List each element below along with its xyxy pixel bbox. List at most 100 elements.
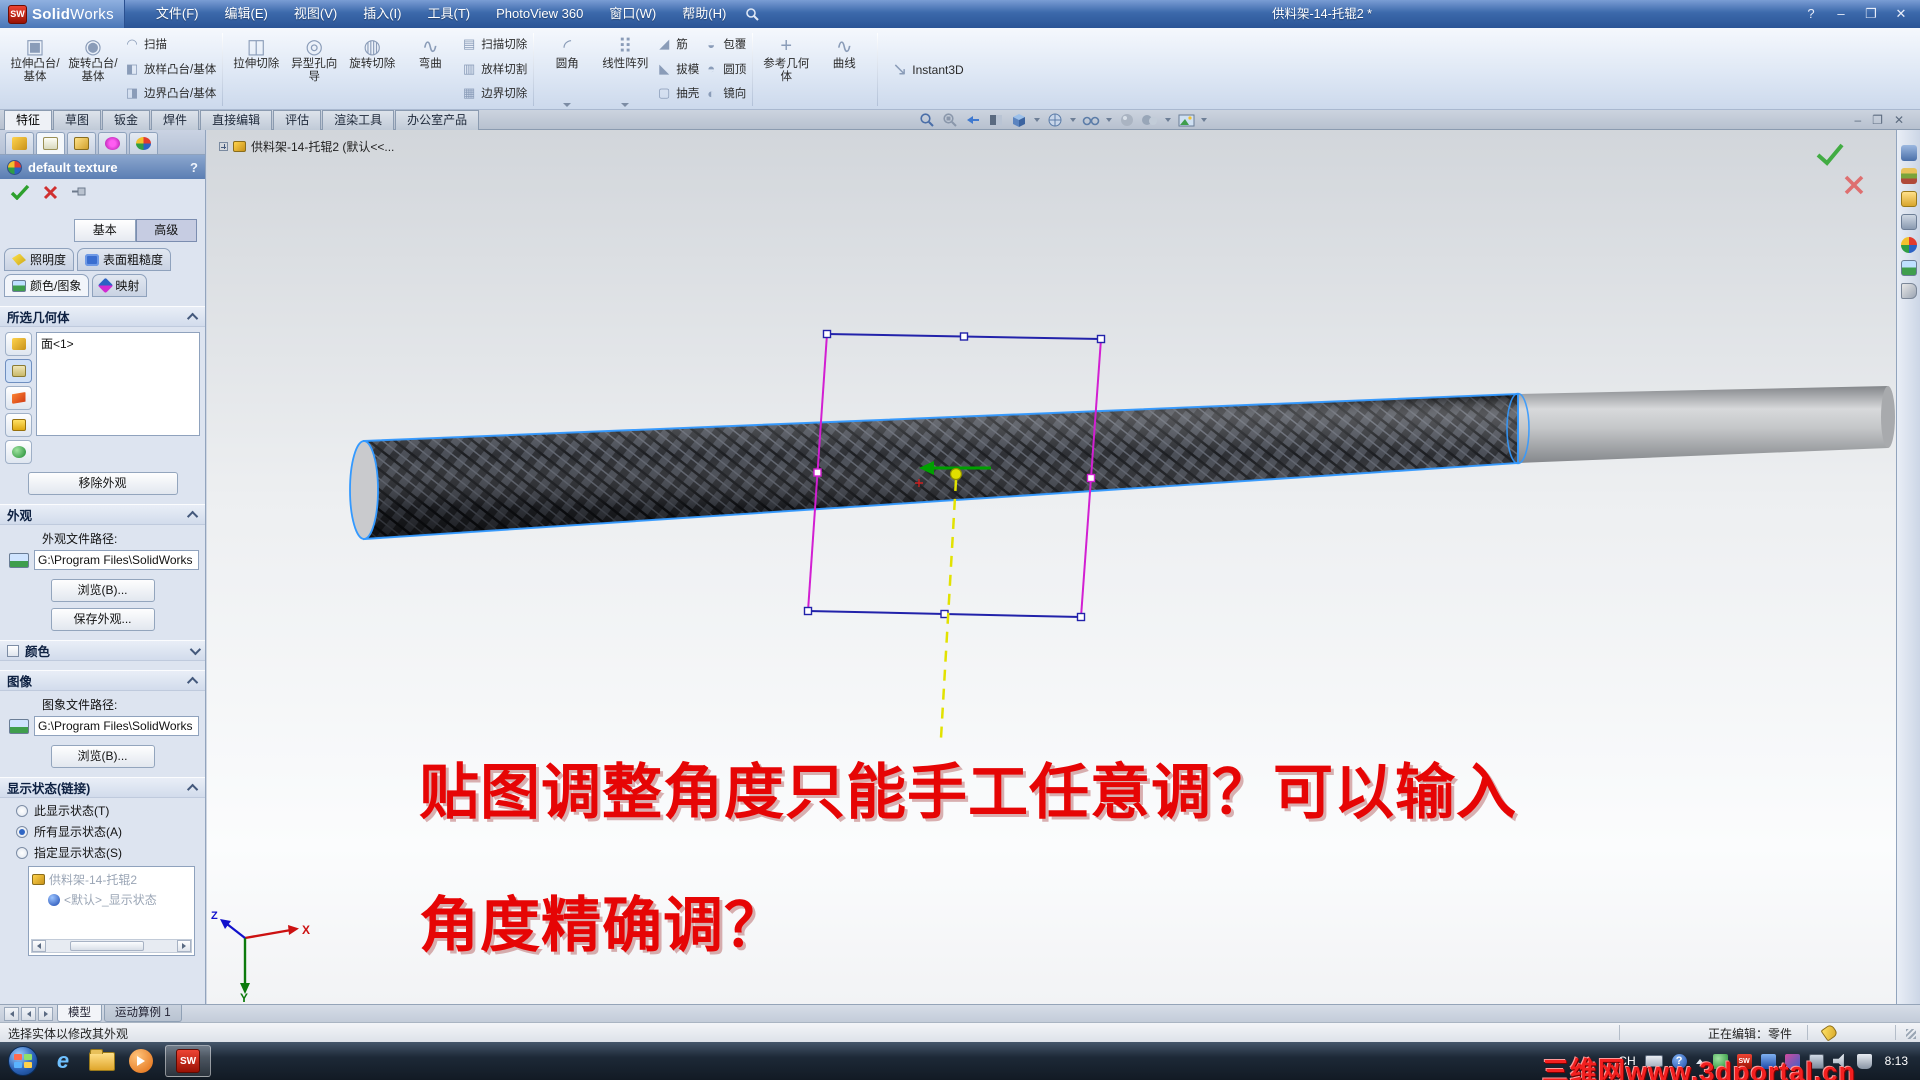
feature-tree-flyout[interactable]: 供料架-14-托辊2 (默认<<...	[219, 138, 394, 155]
resize-grip[interactable]	[1906, 1029, 1916, 1039]
apply-scene-icon[interactable]	[1141, 111, 1159, 129]
pin-icon[interactable]	[71, 185, 89, 202]
mapping-axis-line[interactable]	[941, 480, 956, 738]
close-button[interactable]: ✕	[1894, 0, 1908, 28]
hide-show-items-icon[interactable]	[1082, 111, 1100, 129]
solidworks-resources-icon[interactable]	[1901, 145, 1917, 161]
flyout-part-name[interactable]: 供料架-14-托辊2 (默认<<...	[251, 138, 394, 155]
menu-insert[interactable]: 插入(I)	[350, 0, 414, 28]
custom-properties-icon[interactable]	[1901, 283, 1917, 299]
revolve-boss-button[interactable]: 旋转凸台/基体	[64, 30, 122, 109]
color-image-tab[interactable]: 颜色/图象	[4, 274, 89, 297]
first-tab-button[interactable]	[4, 1007, 19, 1021]
instant3d-button[interactable]: Instant3D	[882, 30, 973, 109]
power-icon[interactable]	[1857, 1054, 1872, 1069]
wrap-button[interactable]: 包覆	[703, 32, 746, 56]
file-explorer-icon[interactable]	[1901, 191, 1917, 207]
linear-pattern-button[interactable]: 线性阵列	[596, 30, 654, 109]
doc-minimize-button[interactable]: –	[1854, 112, 1861, 128]
lofted-cut-button[interactable]: 放样切割	[461, 57, 527, 81]
property-manager-tab[interactable]	[36, 132, 65, 154]
curves-button[interactable]: 曲线	[815, 30, 873, 109]
tab-office-products[interactable]: 办公室产品	[395, 110, 479, 130]
doc-close-button[interactable]: ✕	[1894, 112, 1904, 128]
all-display-states-option[interactable]: 所有显示状态(A)	[16, 823, 205, 840]
collapse-chevron-icon[interactable]	[187, 783, 198, 794]
zoom-fit-icon[interactable]	[918, 111, 936, 129]
color-header[interactable]: 颜色	[0, 641, 205, 661]
maximize-button[interactable]: ❐	[1864, 0, 1878, 28]
collapse-chevron-icon[interactable]	[187, 676, 198, 687]
help-button[interactable]: ?	[1804, 0, 1818, 28]
view-orientation-dropdown[interactable]	[1034, 118, 1040, 122]
image-path-field[interactable]: G:\Program Files\SolidWorks	[34, 716, 199, 736]
dimxpert-manager-tab[interactable]	[98, 132, 127, 154]
tree-horizontal-scrollbar[interactable]	[31, 939, 192, 953]
tab-features[interactable]: 特征	[4, 110, 52, 130]
menu-file[interactable]: 文件(F)	[143, 0, 212, 28]
select-face-button[interactable]	[5, 386, 32, 410]
ok-button[interactable]	[10, 184, 30, 203]
display-style-icon[interactable]	[1046, 111, 1064, 129]
apply-scene-dropdown[interactable]	[1165, 118, 1171, 122]
configuration-manager-tab[interactable]	[67, 132, 96, 154]
mirror-button[interactable]: 镜向	[703, 81, 746, 105]
hole-wizard-button[interactable]: 异型孔向导	[285, 30, 343, 109]
folder-icon[interactable]	[87, 1046, 117, 1076]
flex-button[interactable]: 弯曲	[401, 30, 459, 109]
tag-icon[interactable]	[1820, 1023, 1838, 1041]
collapse-chevron-icon[interactable]	[187, 312, 198, 323]
menu-window[interactable]: 窗口(W)	[596, 0, 669, 28]
remove-appearance-button[interactable]: 移除外观	[28, 472, 178, 495]
tab-sketch[interactable]: 草图	[53, 110, 101, 130]
minimize-button[interactable]: –	[1834, 0, 1848, 28]
expand-chevron-icon[interactable]	[190, 643, 201, 654]
select-body-button[interactable]	[5, 359, 32, 383]
confirmation-cancel-icon[interactable]	[1843, 174, 1865, 201]
radio-icon[interactable]	[16, 805, 28, 817]
loft-boss-button[interactable]: 放样凸台/基体	[124, 57, 216, 81]
doc-restore-button[interactable]: ❐	[1872, 112, 1883, 128]
draft-button[interactable]: 拔模	[656, 57, 699, 81]
edit-appearance-icon[interactable]	[1118, 111, 1136, 129]
extrude-boss-button[interactable]: 拉伸凸台/基体	[6, 30, 64, 109]
cancel-button[interactable]	[43, 185, 58, 203]
reference-geometry-button[interactable]: 参考几何体	[757, 30, 815, 109]
view-settings-dropdown[interactable]	[1201, 118, 1207, 122]
color-checkbox[interactable]	[7, 645, 19, 657]
scroll-left-button[interactable]	[32, 940, 46, 952]
solidworks-taskbar-button[interactable]: SW	[165, 1045, 211, 1077]
select-part-button[interactable]	[5, 332, 32, 356]
scroll-right-button[interactable]	[177, 940, 191, 952]
zoom-to-area-icon[interactable]	[941, 111, 959, 129]
swept-cut-button[interactable]: 扫描切除	[461, 32, 527, 56]
clock[interactable]: 8:13	[1885, 1055, 1912, 1068]
motion-study-tab[interactable]: 运动算例 1	[104, 1005, 182, 1022]
untextured-cylinder[interactable]	[1518, 386, 1888, 463]
hide-show-dropdown[interactable]	[1106, 118, 1112, 122]
boundary-cut-button[interactable]: 边界切除	[461, 81, 527, 105]
appearance-browse-button[interactable]: 浏览(B)...	[51, 579, 155, 602]
mapping-tab[interactable]: 映射	[92, 274, 147, 297]
search-icon[interactable]	[745, 0, 760, 28]
this-display-state-option[interactable]: 此显示状态(T)	[16, 802, 205, 819]
view-orientation-icon[interactable]	[1010, 111, 1028, 129]
model-tab[interactable]: 模型	[57, 1005, 102, 1022]
menu-edit[interactable]: 编辑(E)	[212, 0, 281, 28]
dome-button[interactable]: 圆顶	[703, 57, 746, 81]
next-tab-button[interactable]	[38, 1007, 53, 1021]
tab-render-tools[interactable]: 渲染工具	[322, 110, 394, 130]
section-view-icon[interactable]	[987, 111, 1005, 129]
rib-button[interactable]: 筋	[656, 32, 699, 56]
radio-icon[interactable]	[16, 847, 28, 859]
tab-direct-editing[interactable]: 直接编辑	[200, 110, 272, 130]
surface-finish-tab[interactable]: 表面粗糙度	[77, 248, 171, 271]
display-style-dropdown[interactable]	[1070, 118, 1076, 122]
selected-geometry-list[interactable]: 面<1>	[36, 332, 200, 436]
tab-sheet-metal[interactable]: 钣金	[102, 110, 150, 130]
media-player-icon[interactable]	[126, 1046, 156, 1076]
previous-view-icon[interactable]	[964, 111, 982, 129]
view-settings-icon[interactable]	[1177, 111, 1195, 129]
fillet-button[interactable]: 圆角	[538, 30, 596, 109]
illumination-tab[interactable]: 照明度	[4, 248, 74, 271]
